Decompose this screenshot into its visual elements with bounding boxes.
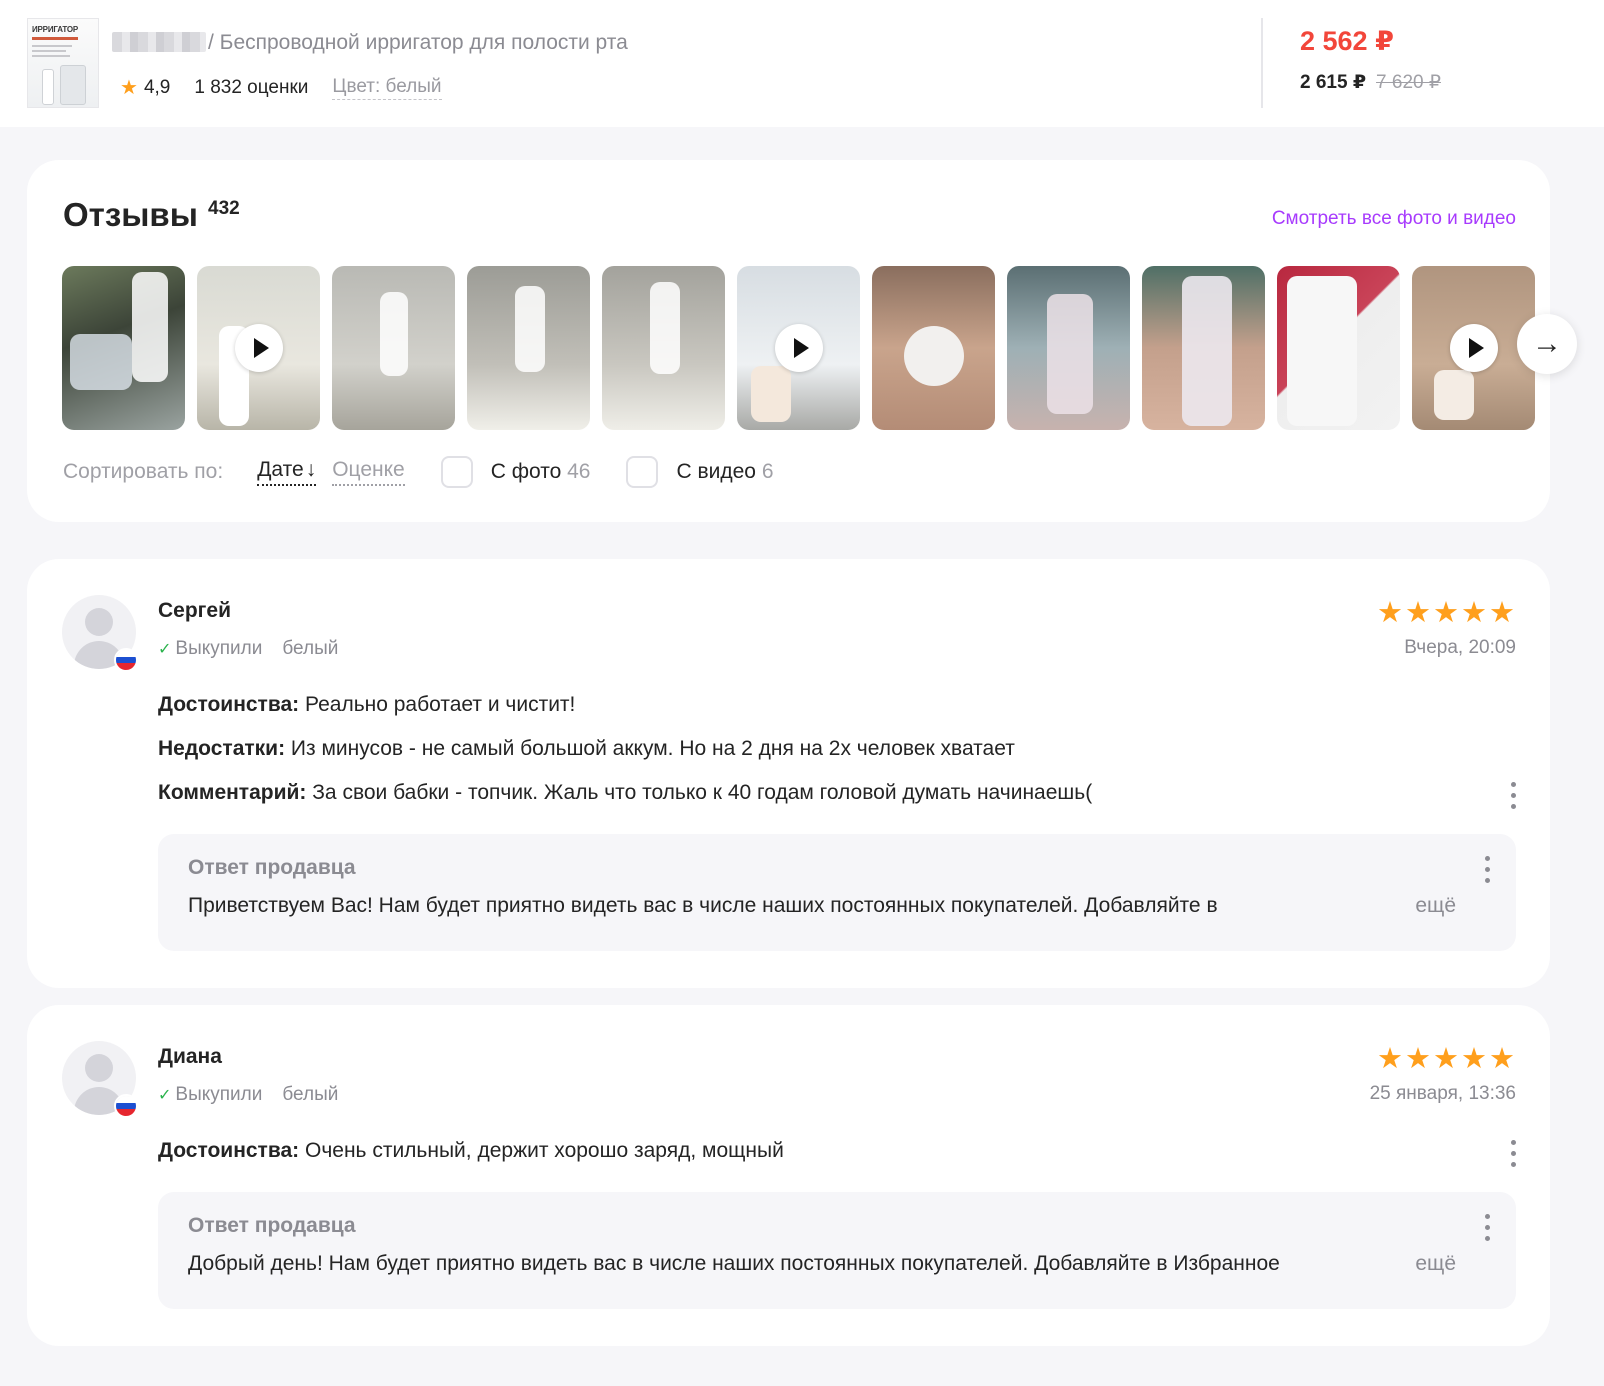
- price-wallet: 2 615 ₽: [1300, 72, 1367, 93]
- show-more-link[interactable]: ещё: [1391, 894, 1456, 918]
- photo-gallery: [62, 266, 1558, 430]
- bought-status: Выкупили: [175, 638, 263, 659]
- seller-answer: Ответ продавца Приветствуем Вас! Нам буд…: [158, 834, 1516, 951]
- seller-answer-text: Добрый день! Нам будет приятно видеть ва…: [188, 1252, 1280, 1275]
- sort-by-rating[interactable]: Оценке: [332, 458, 405, 486]
- filter-video-label[interactable]: С видео 6: [676, 460, 773, 484]
- divider: [1261, 18, 1263, 108]
- play-icon: [774, 324, 823, 372]
- play-icon: [1449, 324, 1498, 372]
- review-card: Диана ✓ Выкупили белый ★★★★★ 25 января, …: [27, 1005, 1550, 1346]
- bought-status: Выкупили: [175, 1084, 263, 1105]
- sort-filter-row: Сортировать по: Дате↓ Оценке С фото 46 С…: [63, 454, 774, 490]
- review-meta: ✓ Выкупили белый: [158, 1084, 338, 1106]
- flag-russia-icon: [114, 1094, 138, 1118]
- review-photo[interactable]: [602, 266, 725, 430]
- seller-name-blurred: [112, 32, 206, 52]
- review-photo[interactable]: [1277, 266, 1400, 430]
- review-comment: Комментарий: За свои бабки - топчик. Жал…: [158, 781, 1093, 804]
- more-options-icon[interactable]: [1510, 1140, 1516, 1170]
- reviews-summary-card: Отзывы 432 Смотреть все фото и видео → С…: [27, 160, 1577, 522]
- product-rating-row: ★ 4,9 1 832 оценки Цвет: белый: [120, 75, 442, 100]
- price-old: 7 620 ₽: [1376, 72, 1441, 93]
- sort-label: Сортировать по:: [63, 460, 224, 483]
- review-photo[interactable]: [872, 266, 995, 430]
- reviewer-name: Сергей: [158, 599, 232, 622]
- product-thumbnail[interactable]: ИРРИГАТОР: [27, 18, 99, 108]
- review-color: белый: [282, 1084, 339, 1105]
- review-meta: ✓ Выкупили белый: [158, 638, 338, 660]
- reviews-count: 432: [208, 198, 240, 219]
- review-date: 25 января, 13:36: [1369, 1083, 1516, 1104]
- check-icon: ✓: [158, 1087, 172, 1104]
- review-video[interactable]: [737, 266, 860, 430]
- reviewer-name: Диана: [158, 1045, 222, 1068]
- sort-by-date[interactable]: Дате↓: [257, 458, 317, 486]
- review-date: Вчера, 20:09: [1404, 637, 1516, 658]
- review-photo[interactable]: [332, 266, 455, 430]
- price-current: 2 562 ₽: [1300, 26, 1394, 56]
- show-more-link[interactable]: ещё: [1391, 1252, 1456, 1276]
- seller-answer-text: Приветствуем Вас! Нам будет приятно виде…: [188, 894, 1218, 917]
- review-photo[interactable]: [1007, 266, 1130, 430]
- sort-arrow-icon: ↓: [305, 458, 317, 481]
- review-photo[interactable]: [467, 266, 590, 430]
- gallery-next-button[interactable]: →: [1517, 314, 1577, 374]
- product-header: ИРРИГАТОР / Беспроводной ирригатор для п…: [0, 0, 1604, 127]
- review-video[interactable]: [197, 266, 320, 430]
- more-options-icon[interactable]: [1510, 782, 1516, 812]
- product-title[interactable]: / Беспроводной ирригатор для полости рта: [208, 31, 628, 55]
- all-media-link[interactable]: Смотреть все фото и видео: [1272, 208, 1516, 230]
- ratings-count[interactable]: 1 832 оценки: [194, 77, 308, 99]
- review-pros: Достоинства: Очень стильный, держит хоро…: [158, 1139, 784, 1162]
- seller-answer: Ответ продавца Добрый день! Нам будет пр…: [158, 1192, 1516, 1309]
- review-photo[interactable]: [1142, 266, 1265, 430]
- answer-options-icon[interactable]: [1484, 856, 1490, 886]
- filter-photo-label[interactable]: С фото 46: [491, 460, 591, 484]
- rating-stars: ★★★★★: [1377, 1043, 1517, 1075]
- price-secondary-row: 2 615 ₽ 7 620 ₽: [1300, 71, 1441, 94]
- rating-stars: ★★★★★: [1377, 597, 1517, 629]
- play-icon: [234, 324, 283, 372]
- star-icon: ★: [120, 77, 138, 99]
- check-icon: ✓: [158, 641, 172, 658]
- reviews-title: Отзывы: [63, 196, 198, 233]
- thumbnail-label: ИРРИГАТОР: [32, 25, 79, 34]
- review-photo[interactable]: [62, 266, 185, 430]
- filter-photo-checkbox[interactable]: [440, 456, 473, 488]
- product-color[interactable]: Цвет: белый: [332, 76, 442, 100]
- seller-answer-title: Ответ продавца: [188, 856, 356, 879]
- review-card: Сергей ✓ Выкупили белый ★★★★★ Вчера, 20:…: [27, 559, 1550, 988]
- flag-russia-icon: [114, 648, 138, 672]
- review-pros: Достоинства: Реально работает и чистит!: [158, 693, 576, 716]
- filter-video-checkbox[interactable]: [626, 456, 659, 488]
- review-color: белый: [282, 638, 339, 659]
- review-cons: Недостатки: Из минусов - не самый большо…: [158, 737, 1015, 760]
- product-rating: 4,9: [143, 76, 171, 98]
- seller-answer-title: Ответ продавца: [188, 1214, 356, 1237]
- arrow-right-icon: →: [1532, 327, 1562, 360]
- answer-options-icon[interactable]: [1484, 1214, 1490, 1244]
